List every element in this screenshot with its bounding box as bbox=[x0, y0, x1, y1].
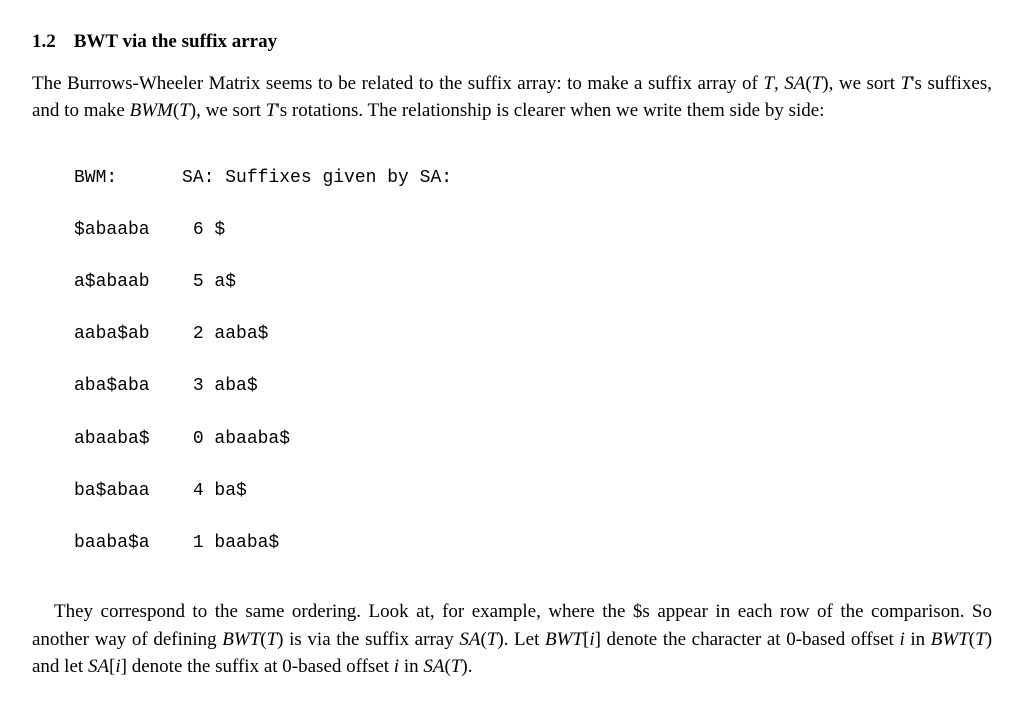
var-T: T bbox=[266, 100, 277, 121]
text: is via the suffix array bbox=[284, 629, 460, 650]
var-T: T bbox=[975, 629, 986, 650]
var-SA: SA bbox=[88, 656, 109, 677]
text: The Burrows-Wheeler Matrix seems to be r… bbox=[32, 73, 763, 94]
var-SA: SA bbox=[784, 73, 805, 94]
var-BWT: BWT bbox=[545, 629, 583, 650]
text: denote the character at 0-based offset bbox=[601, 629, 900, 650]
table-row: aaba$ab 2 aaba$ bbox=[74, 321, 992, 347]
var-T: T bbox=[451, 656, 462, 677]
var-BWM: BWM bbox=[130, 100, 173, 121]
var-T: T bbox=[487, 629, 498, 650]
text: . Let bbox=[504, 629, 545, 650]
var-T: T bbox=[267, 629, 278, 650]
text: , bbox=[774, 73, 784, 94]
text: and let bbox=[32, 656, 88, 677]
table-row: $abaaba 6 $ bbox=[74, 217, 992, 243]
var-SA: SA bbox=[459, 629, 480, 650]
section-number: 1.2 bbox=[32, 28, 56, 56]
section-title: BWT via the suffix array bbox=[74, 31, 277, 52]
text: , we sort bbox=[196, 100, 266, 121]
var-BWT: BWT bbox=[931, 629, 969, 650]
table-row: ba$abaa 4 ba$ bbox=[74, 478, 992, 504]
var-SA: SA bbox=[423, 656, 444, 677]
text: in bbox=[399, 656, 423, 677]
text: . bbox=[468, 656, 473, 677]
text: in bbox=[905, 629, 931, 650]
var-T: T bbox=[179, 100, 190, 121]
var-T: T bbox=[812, 73, 823, 94]
var-T: T bbox=[901, 73, 912, 94]
bwm-sa-table: BWM: SA: Suffixes given by SA: $abaaba 6… bbox=[74, 139, 992, 583]
text: denote the suffix at 0-based offset bbox=[127, 656, 394, 677]
rparen: ) bbox=[986, 629, 992, 650]
section-heading: 1.2 BWT via the suffix array bbox=[32, 28, 992, 56]
table-row: baaba$a 1 baaba$ bbox=[74, 530, 992, 556]
text: , we sort bbox=[829, 73, 901, 94]
var-BWT: BWT bbox=[222, 629, 260, 650]
table-row: aba$aba 3 aba$ bbox=[74, 373, 992, 399]
table-row: abaaba$ 0 abaaba$ bbox=[74, 426, 992, 452]
text: 's rotations. The relationship is cleare… bbox=[276, 100, 824, 121]
paragraph-2: They correspond to the same ordering. Lo… bbox=[32, 598, 992, 681]
var-T: T bbox=[763, 73, 774, 94]
table-header: BWM: SA: Suffixes given by SA: bbox=[74, 165, 992, 191]
paragraph-1: The Burrows-Wheeler Matrix seems to be r… bbox=[32, 70, 992, 125]
table-row: a$abaab 5 a$ bbox=[74, 269, 992, 295]
